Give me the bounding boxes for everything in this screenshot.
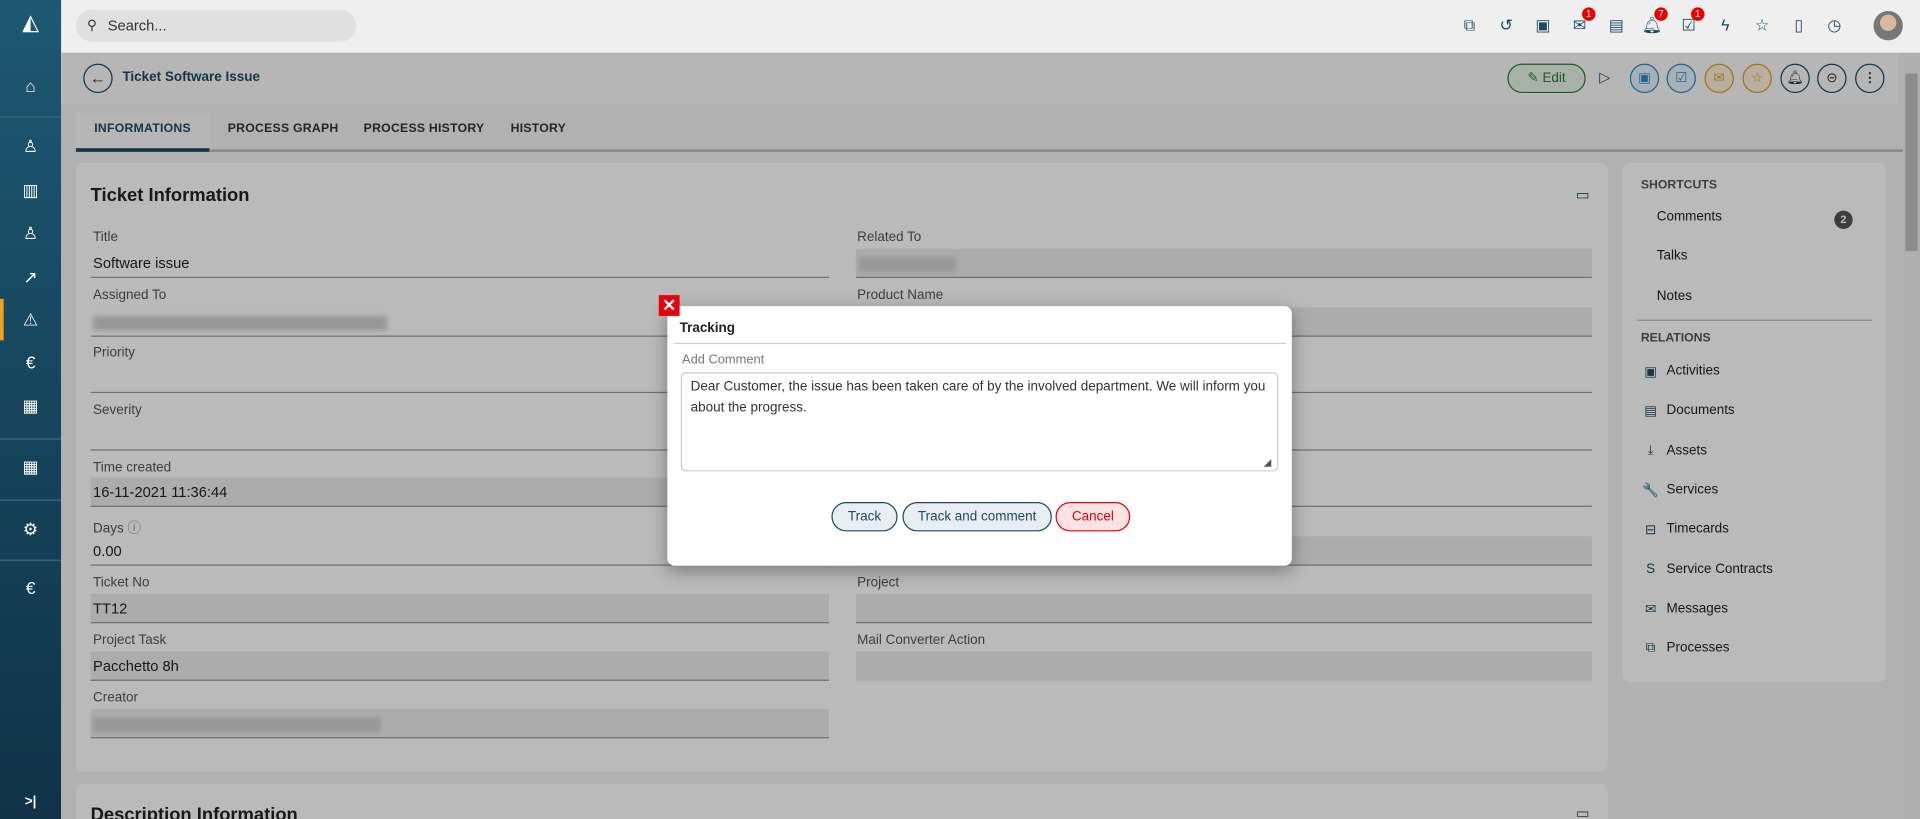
timer-icon[interactable]: ◷ [1823, 15, 1845, 37]
tracking-dialog: Tracking Add Comment Dear Customer, the … [667, 306, 1292, 566]
bell-icon[interactable]: 🔔︎ 7 [1641, 7, 1668, 37]
add-comment-label: Add Comment [682, 352, 765, 368]
comment-textarea[interactable]: Dear Customer, the issue has been taken … [680, 372, 1279, 472]
avatar[interactable] [1873, 11, 1903, 41]
euro-icon[interactable]: € [0, 576, 61, 600]
trend-icon[interactable]: ↗ [0, 264, 61, 288]
document-icon[interactable]: ▯ [1788, 15, 1810, 37]
dialog-title: Tracking [679, 320, 736, 336]
euro-icon[interactable]: € [0, 350, 61, 374]
mail-icon[interactable]: ✉ 1 [1569, 7, 1596, 37]
notifications-badge: 7 [1654, 7, 1668, 21]
expand-sidebar-button[interactable]: >| [0, 790, 61, 814]
divider [673, 342, 1286, 345]
mail-badge: 1 [1582, 7, 1596, 21]
close-icon[interactable]: ✕ [658, 295, 680, 316]
track-button[interactable]: Track [831, 502, 898, 532]
app: ◭ ⌂ ♙ ▥ ♙ ↗ ⚠ € ▦ ▦ ⚙ € >| ⚲ Search... ⧉… [0, 0, 1920, 819]
star-icon[interactable]: ☆ [1751, 15, 1773, 37]
divider [0, 438, 62, 440]
cancel-button[interactable]: Cancel [1055, 502, 1131, 532]
user-icon[interactable]: ♙ [0, 133, 61, 157]
warning-icon[interactable]: ⚠ [0, 307, 61, 331]
table-icon[interactable]: ▦ [0, 393, 61, 417]
search-placeholder: Search... [107, 17, 167, 35]
sidebar: ◭ ⌂ ♙ ▥ ♙ ↗ ⚠ € ▦ ▦ ⚙ € >| [0, 0, 62, 819]
chat-icon[interactable]: ▤ [1605, 15, 1627, 37]
topbar: ⚲ Search... ⧉ ↺ ▣ ✉ 1 ▤ 🔔︎ 7 ☑ 1 ϟ ☆ ▯ ◷ [61, 0, 1920, 53]
grid-icon[interactable]: ▦ [0, 454, 61, 478]
contact-icon[interactable]: ♙ [0, 220, 61, 244]
divider [0, 559, 62, 561]
tasks-badge: 1 [1691, 7, 1705, 21]
resize-handle-icon[interactable]: ◢ [1264, 457, 1272, 468]
search-icon: ⚲ [86, 18, 97, 34]
lightning-icon[interactable]: ϟ [1714, 15, 1736, 37]
task-icon[interactable]: ☑ 1 [1678, 7, 1705, 37]
calendar-icon[interactable]: ▣ [1532, 15, 1554, 37]
gear-icon[interactable]: ⚙ [0, 517, 61, 541]
divider [0, 499, 62, 501]
history-icon[interactable]: ↺ [1495, 15, 1517, 37]
building-icon[interactable]: ▥ [0, 178, 61, 202]
logo[interactable]: ◭ [0, 10, 61, 34]
track-and-comment-button[interactable]: Track and comment [902, 502, 1052, 532]
search-input[interactable]: ⚲ Search... [75, 9, 357, 42]
process-icon[interactable]: ⧉ [1458, 15, 1480, 37]
home-icon[interactable]: ⌂ [0, 73, 61, 97]
divider [0, 116, 62, 118]
